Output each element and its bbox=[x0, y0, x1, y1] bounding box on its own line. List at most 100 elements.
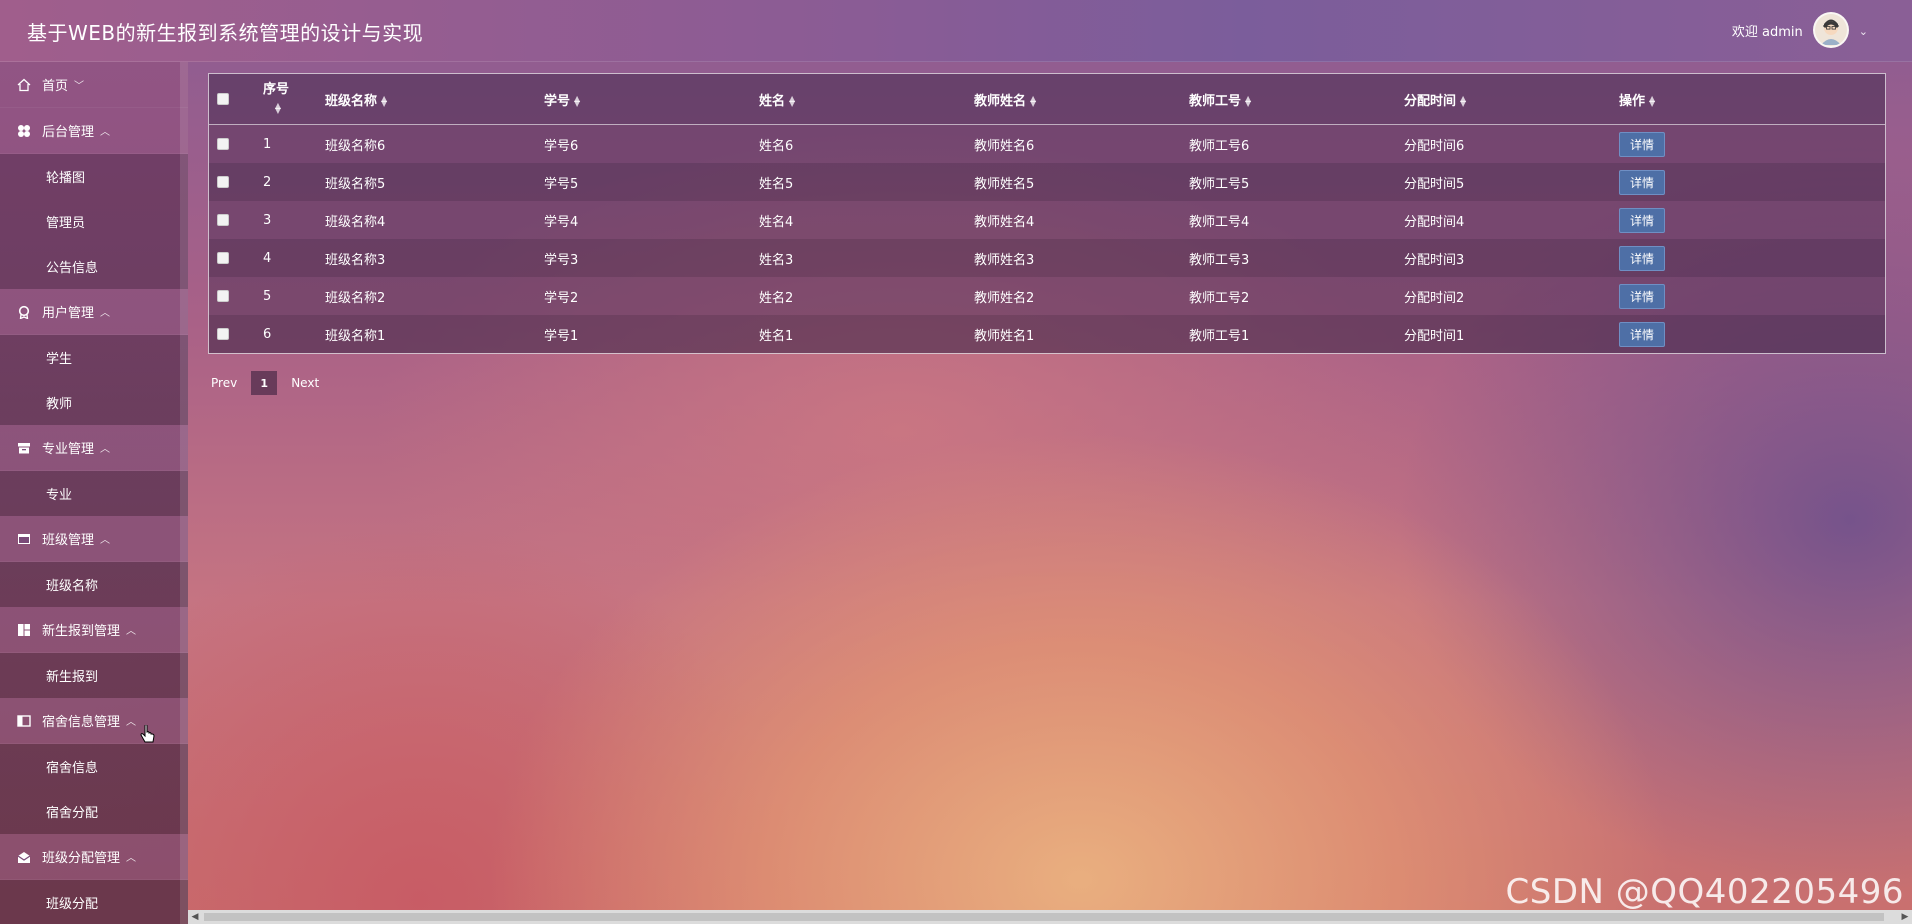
sidebar-item[interactable]: 轮播图 bbox=[0, 154, 188, 199]
hand-cursor-icon bbox=[140, 725, 155, 743]
row-checkbox[interactable] bbox=[217, 328, 229, 340]
detail-button[interactable]: 详情 bbox=[1619, 131, 1666, 157]
sidebar-item[interactable]: 教师 bbox=[0, 380, 188, 425]
table-cell: 2 bbox=[263, 163, 325, 201]
scroll-left-icon[interactable]: ◀ bbox=[188, 910, 202, 924]
sidebar-item[interactable]: 公告信息 bbox=[0, 244, 188, 289]
sidebar-group[interactable]: 班级管理 ︿ bbox=[0, 516, 188, 562]
row-checkbox[interactable] bbox=[217, 252, 229, 264]
detail-button[interactable]: 详情 bbox=[1619, 283, 1666, 309]
mail-open-icon bbox=[16, 849, 32, 865]
table-cell: 分配时间6 bbox=[1404, 124, 1619, 163]
sort-icon[interactable]: ▲ ▼ bbox=[275, 101, 281, 114]
sidebar: 首页 ﹀ 后台管理 ︿ 轮播图 管理员 公告信息 用户管理 ︿ 学生 教师 专业管理 ︿ 专业 班级管理 ︿ 班… bbox=[0, 62, 188, 924]
welcome-text: 欢迎 admin bbox=[1731, 24, 1803, 40]
scroll-right-icon[interactable]: ▶ bbox=[1898, 910, 1912, 924]
row-checkbox[interactable] bbox=[217, 138, 229, 150]
table-row: 4 班级名称3 学号3 姓名3 教师姓名3 教师工号3 分配时间3 详情 bbox=[209, 239, 1885, 277]
horizontal-scrollbar[interactable]: ◀ ▶ bbox=[188, 910, 1912, 924]
table-cell: 姓名1 bbox=[759, 315, 974, 353]
table-cell: 班级名称4 bbox=[325, 201, 544, 239]
table-cell: 分配时间3 bbox=[1404, 239, 1619, 277]
detail-button[interactable]: 详情 bbox=[1619, 169, 1666, 195]
sidebar-item[interactable]: 学生 bbox=[0, 335, 188, 380]
column-header-teacher-id[interactable]: 教师工号 ▲ ▼ bbox=[1189, 74, 1404, 125]
sidebar-item-label: 专业 bbox=[46, 488, 73, 503]
column-header-seq[interactable]: 序号 ▲ ▼ bbox=[263, 74, 325, 125]
avatar-icon bbox=[1820, 19, 1841, 45]
chevron-down-icon[interactable]: ⌄ bbox=[1859, 25, 1868, 38]
select-all-checkbox[interactable] bbox=[217, 93, 229, 105]
sidebar-group[interactable]: 宿舍信息管理 ︿ bbox=[0, 698, 188, 744]
top-header: 基于WEB的新生报到系统管理的设计与实现 欢迎 admin ⌄ bbox=[0, 0, 1912, 62]
row-actions-cell: 详情 bbox=[1619, 277, 1885, 315]
sort-icon[interactable]: ▲ ▼ bbox=[1245, 95, 1251, 108]
row-select-cell bbox=[209, 239, 263, 277]
table-cell: 教师工号6 bbox=[1189, 124, 1404, 163]
column-header-name[interactable]: 姓名 ▲ ▼ bbox=[759, 74, 974, 125]
row-actions-cell: 详情 bbox=[1619, 201, 1885, 239]
sidebar-item[interactable]: 宿舍信息 bbox=[0, 744, 188, 789]
sidebar-group-label: 首页 bbox=[42, 79, 69, 94]
chevron-up-icon: ︿ bbox=[126, 717, 137, 728]
detail-button[interactable]: 详情 bbox=[1619, 245, 1666, 271]
table-cell: 教师姓名6 bbox=[974, 124, 1189, 163]
sidebar-item[interactable]: 新生报到 bbox=[0, 653, 188, 698]
sidebar-item-label: 班级名称 bbox=[46, 579, 99, 594]
user-menu[interactable]: 欢迎 admin ⌄ bbox=[1732, 12, 1868, 48]
avatar[interactable] bbox=[1812, 12, 1849, 48]
sidebar-item-label: 班级分配 bbox=[46, 897, 99, 912]
sidebar-group[interactable]: 专业管理 ︿ bbox=[0, 425, 188, 471]
sidebar-item[interactable]: 班级名称 bbox=[0, 562, 188, 607]
table-cell: 6 bbox=[263, 315, 325, 353]
column-header-actions[interactable]: 操作 ▲ ▼ bbox=[1619, 74, 1885, 125]
sort-icon[interactable]: ▲ ▼ bbox=[789, 95, 795, 108]
scrollbar-thumb[interactable] bbox=[204, 913, 1884, 921]
sidebar-item[interactable]: 专业 bbox=[0, 471, 188, 516]
table-cell: 分配时间2 bbox=[1404, 277, 1619, 315]
row-select-cell bbox=[209, 201, 263, 239]
sort-icon[interactable]: ▲ ▼ bbox=[381, 95, 387, 108]
table-cell: 3 bbox=[263, 201, 325, 239]
table-cell: 姓名6 bbox=[759, 124, 974, 163]
column-label: 序号 bbox=[263, 82, 290, 97]
row-checkbox[interactable] bbox=[217, 176, 229, 188]
table-cell: 班级名称6 bbox=[325, 124, 544, 163]
detail-button[interactable]: 详情 bbox=[1619, 321, 1666, 347]
home-icon bbox=[16, 77, 32, 93]
table-cell: 班级名称5 bbox=[325, 163, 544, 201]
column-header-teacher-name[interactable]: 教师姓名 ▲ ▼ bbox=[974, 74, 1189, 125]
sidebar-item-label: 管理员 bbox=[46, 216, 86, 231]
sidebar-group[interactable]: 用户管理 ︿ bbox=[0, 289, 188, 335]
sidebar-group[interactable]: 新生报到管理 ︿ bbox=[0, 607, 188, 653]
table-cell: 学号4 bbox=[544, 201, 759, 239]
page-number-button[interactable]: 1 bbox=[251, 371, 278, 395]
sidebar-group[interactable]: 班级分配管理 ︿ bbox=[0, 834, 188, 880]
column-header-assign-time[interactable]: 分配时间 ▲ ▼ bbox=[1404, 74, 1619, 125]
prev-page-button[interactable]: Prev bbox=[211, 376, 237, 390]
table-cell: 5 bbox=[263, 277, 325, 315]
sidebar-item[interactable]: 管理员 bbox=[0, 199, 188, 244]
table-cell: 班级名称1 bbox=[325, 315, 544, 353]
row-checkbox[interactable] bbox=[217, 214, 229, 226]
sidebar-scrollbar[interactable] bbox=[180, 62, 188, 924]
chevron-down-icon: ﹀ bbox=[74, 81, 85, 92]
row-select-cell bbox=[209, 315, 263, 353]
sidebar-item-label: 学生 bbox=[46, 352, 73, 367]
detail-button[interactable]: 详情 bbox=[1619, 207, 1666, 233]
sidebar-group-label: 专业管理 bbox=[42, 442, 95, 457]
sidebar-item[interactable]: 班级分配 bbox=[0, 880, 188, 924]
sort-icon[interactable]: ▲ ▼ bbox=[1649, 95, 1655, 108]
sort-icon[interactable]: ▲ ▼ bbox=[574, 95, 580, 108]
next-page-button[interactable]: Next bbox=[291, 376, 319, 390]
row-checkbox[interactable] bbox=[217, 290, 229, 302]
column-header-student-id[interactable]: 学号 ▲ ▼ bbox=[544, 74, 759, 125]
table-cell: 班级名称2 bbox=[325, 277, 544, 315]
sort-icon[interactable]: ▲ ▼ bbox=[1460, 95, 1466, 108]
sort-icon[interactable]: ▲ ▼ bbox=[1030, 95, 1036, 108]
sidebar-group[interactable]: 后台管理 ︿ bbox=[0, 108, 188, 154]
column-header-class-name[interactable]: 班级名称 ▲ ▼ bbox=[325, 74, 544, 125]
sidebar-item[interactable]: 宿舍分配 bbox=[0, 789, 188, 834]
sidebar-group[interactable]: 首页 ﹀ bbox=[0, 62, 188, 108]
table-cell: 教师工号5 bbox=[1189, 163, 1404, 201]
